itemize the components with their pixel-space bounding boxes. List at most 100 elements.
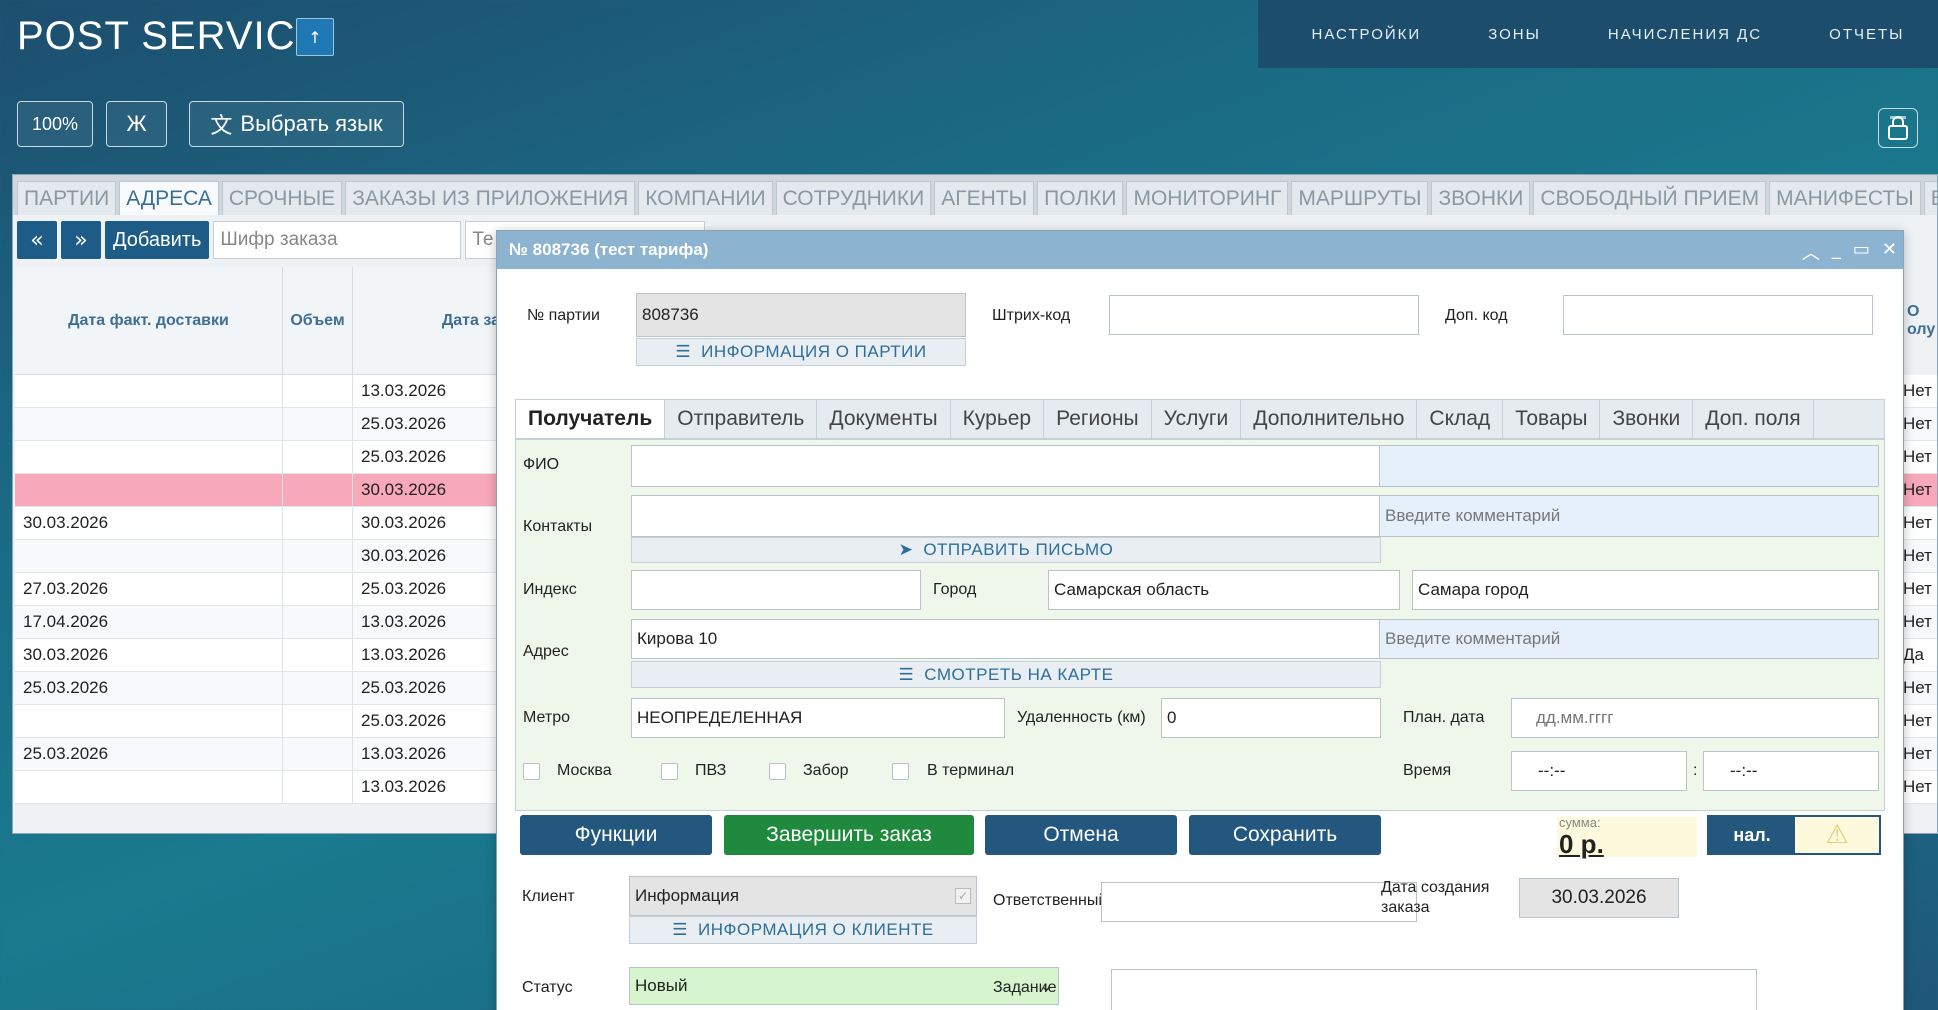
table-row[interactable]: 30.03.2026 30.03.2026 <box>15 507 505 540</box>
barcode-input[interactable] <box>1109 295 1419 335</box>
col-order-date[interactable]: Дата за <box>353 267 505 374</box>
tab-addresses[interactable]: АДРЕСА <box>119 181 219 215</box>
tab-routes[interactable]: МАРШРУТЫ <box>1291 181 1429 215</box>
prev-page-button[interactable]: « <box>17 221 57 259</box>
bold-toggle-button[interactable]: Ж <box>106 101 167 147</box>
contacts-comment-input[interactable]: Введите комментарий <box>1379 495 1879 537</box>
language-button[interactable]: 文 Выбрать язык <box>189 101 404 147</box>
client-checkbox[interactable]: ✓ <box>955 888 971 904</box>
tab-dialog-calls[interactable]: Звонки <box>1600 400 1694 438</box>
finish-order-button[interactable]: Завершить заказ <box>724 815 974 855</box>
scroll-up-button[interactable]: ↑ <box>296 18 334 56</box>
tab-extra-fields[interactable]: Доп. поля <box>1693 400 1814 438</box>
nav-zones[interactable]: ЗОНЫ <box>1488 26 1541 43</box>
batch-info-button[interactable]: ☰ ИНФОРМАЦИЯ О ПАРТИИ <box>636 338 966 366</box>
tab-free-reception[interactable]: СВОБОДНЫЙ ПРИЕМ <box>1533 181 1767 215</box>
table-row[interactable]: 30.03.2026 <box>15 540 505 573</box>
tab-regions[interactable]: Регионы <box>1044 400 1152 438</box>
client-field[interactable]: Информация ✓ <box>629 876 977 916</box>
tab-recipient[interactable]: Получатель <box>516 400 666 438</box>
city-input[interactable]: Самара город <box>1412 570 1879 610</box>
table-row[interactable]: 17.04.2026 13.03.2026 <box>15 606 505 639</box>
table-row[interactable]: 27.03.2026 25.03.2026 <box>15 573 505 606</box>
table-row[interactable]: 30.03.2026 <box>15 474 505 507</box>
send-letter-button[interactable]: ➤ ОТПРАВИТЬ ПИСЬМО <box>631 537 1381 563</box>
client-info-button[interactable]: ☰ ИНФОРМАЦИЯ О КЛИЕНТЕ <box>629 916 977 944</box>
checkbox-pickup-point[interactable] <box>661 763 678 780</box>
col-volume[interactable]: Объем <box>283 267 353 374</box>
view-map-button[interactable]: ☰ СМОТРЕТЬ НА КАРТЕ <box>631 661 1381 688</box>
tab-warehouse[interactable]: Склад <box>1417 400 1504 438</box>
tab-employees[interactable]: СОТРУДНИКИ <box>775 181 932 215</box>
batch-number-field[interactable]: 808736 <box>636 293 966 337</box>
tab-calls[interactable]: ЗВОНКИ <box>1431 181 1531 215</box>
tab-additional[interactable]: Дополнительно <box>1241 400 1418 438</box>
view-map-label: СМОТРЕТЬ НА КАРТЕ <box>924 664 1114 684</box>
plan-date-input[interactable]: дд.мм.гггг <box>1511 698 1879 738</box>
collapse-icon[interactable]: ︿ <box>1802 239 1820 265</box>
tab-courier[interactable]: Курьер <box>951 400 1045 438</box>
table-row[interactable]: 13.03.2026 <box>15 771 505 804</box>
tab-agents[interactable]: АГЕНТЫ <box>934 181 1035 215</box>
add-button[interactable]: Добавить <box>105 221 210 259</box>
table-row[interactable]: 25.03.2026 <box>15 705 505 738</box>
tab-companies[interactable]: КОМПАНИИ <box>638 181 773 215</box>
time-from-input[interactable]: --:-- <box>1511 751 1687 791</box>
checkbox-pickup[interactable] <box>769 763 786 780</box>
close-icon[interactable]: ✕ <box>1882 239 1897 265</box>
task-input[interactable] <box>1111 969 1757 1010</box>
tab-monitoring[interactable]: МОНИТОРИНГ <box>1126 181 1289 215</box>
minimize-icon[interactable]: _ <box>1832 239 1841 265</box>
zoom-button[interactable]: 100% <box>17 101 93 147</box>
extra-code-input[interactable] <box>1563 295 1873 335</box>
metro-input[interactable]: НЕОПРЕДЕЛЕННАЯ <box>631 698 1005 738</box>
save-button[interactable]: Сохранить <box>1189 815 1381 855</box>
tab-sender[interactable]: Отправитель <box>665 400 818 438</box>
payment-type-toggle[interactable]: нал. ⚠ <box>1707 815 1881 855</box>
cancel-button[interactable]: Отмена <box>985 815 1177 855</box>
next-page-button[interactable]: » <box>61 221 101 259</box>
cell-volume <box>283 672 353 704</box>
nav-accruals[interactable]: НАЧИСЛЕНИЯ ДС <box>1608 26 1762 43</box>
table-row[interactable]: 25.03.2026 13.03.2026 <box>15 738 505 771</box>
tab-documents[interactable]: Документы <box>817 400 951 438</box>
tab-goods[interactable]: Товары <box>1503 400 1601 438</box>
contacts-input[interactable] <box>631 495 1381 537</box>
table-row[interactable]: 13.03.2026 <box>15 375 505 408</box>
col-fact-delivery-date[interactable]: Дата факт. доставки <box>15 267 283 374</box>
index-label: Индекс <box>523 581 577 598</box>
address-input[interactable]: Кирова 10 <box>631 619 1381 659</box>
time-to-input[interactable]: --:-- <box>1703 751 1879 791</box>
address-label: Адрес <box>523 643 569 660</box>
nav-settings[interactable]: НАСТРОЙКИ <box>1312 26 1422 43</box>
functions-button[interactable]: Функции <box>520 815 712 855</box>
tab-manifests[interactable]: МАНИФЕСТЫ <box>1769 181 1921 215</box>
cell-fact-date <box>15 474 283 506</box>
checkbox-terminal[interactable] <box>892 763 909 780</box>
address-comment-input[interactable]: Введите комментарий <box>1379 619 1879 659</box>
distance-input[interactable]: 0 <box>1161 698 1381 738</box>
lock-button[interactable] <box>1878 108 1918 148</box>
tab-shelves[interactable]: ПОЛКИ <box>1037 181 1124 215</box>
tab-delivery[interactable]: ВЫДАЧА <box>1923 181 1937 215</box>
table-row[interactable]: 30.03.2026 13.03.2026 <box>15 639 505 672</box>
tab-urgent[interactable]: СРОЧНЫЕ <box>221 181 343 215</box>
order-code-input[interactable]: Шифр заказа <box>213 221 462 259</box>
maximize-icon[interactable]: ▭ <box>1853 239 1870 265</box>
table-row[interactable]: 25.03.2026 <box>15 408 505 441</box>
tab-app-orders[interactable]: ЗАКАЗЫ ИЗ ПРИЛОЖЕНИЯ <box>345 181 636 215</box>
fio-extra-input[interactable] <box>1379 445 1879 487</box>
tab-services[interactable]: Услуги <box>1152 400 1242 438</box>
cell-volume <box>283 375 353 407</box>
nav-reports[interactable]: ОТЧЕТЫ <box>1829 26 1904 43</box>
table-row[interactable]: 25.03.2026 <box>15 441 505 474</box>
table-row[interactable]: 25.03.2026 25.03.2026 <box>15 672 505 705</box>
extra-code-label: Доп. код <box>1445 307 1508 324</box>
checkbox-moscow[interactable] <box>523 763 540 780</box>
tab-batches[interactable]: ПАРТИИ <box>17 181 117 215</box>
index-input[interactable] <box>631 570 921 610</box>
sum-value: 0 р. <box>1559 829 1604 859</box>
responsible-input[interactable] <box>1101 882 1417 922</box>
fio-input[interactable] <box>631 445 1381 487</box>
region-input[interactable]: Самарская область <box>1048 570 1400 610</box>
